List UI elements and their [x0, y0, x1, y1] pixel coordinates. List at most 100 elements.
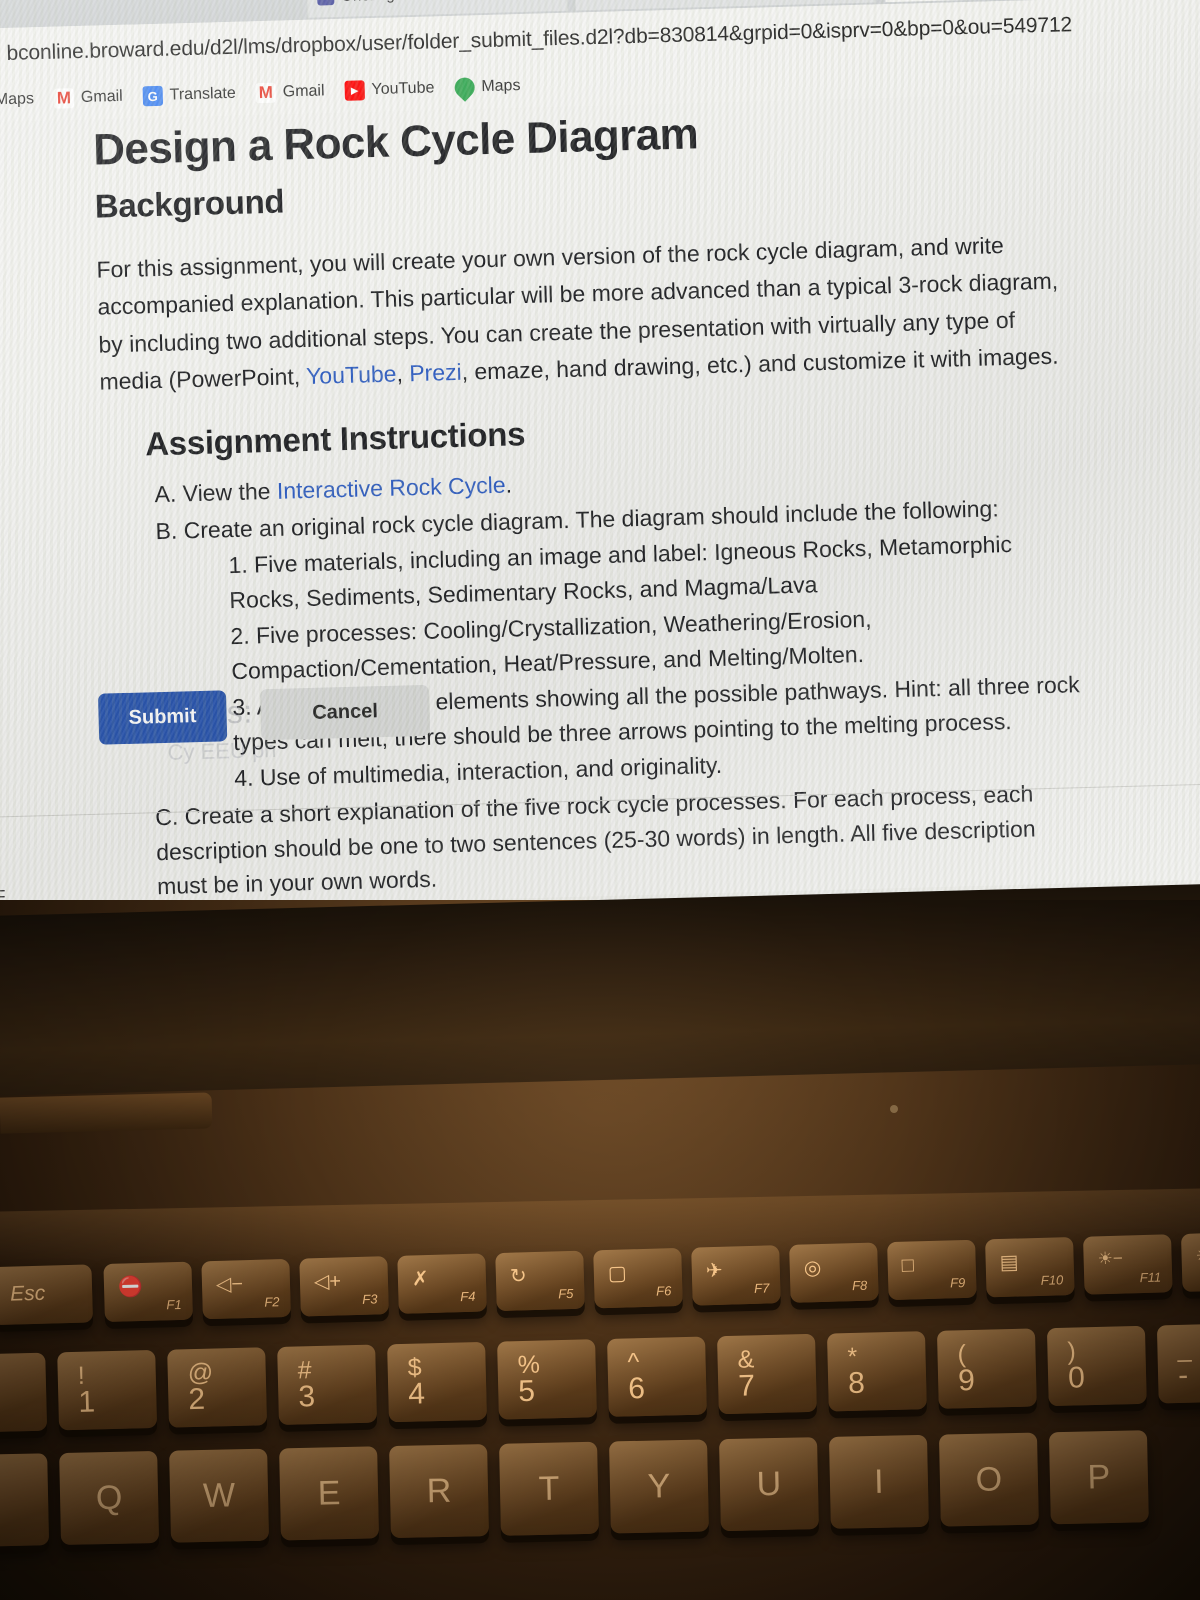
key-f6-touchpad[interactable]: ▢ F6 — [593, 1247, 683, 1309]
laptop-body: Esc ⛔ F1 ◁− F2 ◁+ F3 ✗ F4 ↻ F5 ▢ F6 ✈ F7… — [0, 883, 1200, 1600]
camera-off-icon: ◎ — [803, 1257, 822, 1280]
key-label: Esc — [9, 1281, 46, 1306]
bookmark-gmail[interactable]: M Gmail — [53, 87, 123, 109]
list-item-c: C. Create a short explanation of the fiv… — [155, 775, 1087, 905]
touchpad-toggle-icon: ▢ — [607, 1262, 628, 1285]
key-w[interactable]: W — [169, 1448, 270, 1543]
key-f10-display-switch[interactable]: ▤ F10 — [985, 1236, 1075, 1298]
laptop-keyboard: Esc ⛔ F1 ◁− F2 ◁+ F3 ✗ F4 ↻ F5 ▢ F6 ✈ F7… — [0, 1231, 1200, 1547]
key-o[interactable]: O — [938, 1432, 1039, 1527]
bookmark-label: YouTube — [371, 79, 435, 99]
key-label: 3 — [297, 1380, 316, 1414]
key-f5-refresh[interactable]: ↻ F5 — [495, 1250, 585, 1312]
youtube-icon: ▶ — [344, 80, 365, 101]
key-f2-volume-down[interactable]: ◁− F2 — [201, 1258, 291, 1320]
key-label: - — [1177, 1358, 1189, 1392]
bookmark-youtube[interactable]: ▶ YouTube — [344, 78, 435, 101]
sub-list-b: 1. Five materials, including an image an… — [228, 525, 1092, 796]
key-e[interactable]: E — [279, 1446, 380, 1541]
instructions-list: A. View the Interactive Rock Cycle. B. C… — [154, 450, 1186, 905]
volume-down-icon: ◁− — [215, 1273, 244, 1296]
key-0[interactable]: ) 0 — [1046, 1325, 1147, 1407]
key-9[interactable]: ( 9 — [936, 1328, 1037, 1409]
key-f8-camera-off[interactable]: ◎ F8 — [789, 1242, 879, 1303]
close-icon[interactable]: × — [416, 0, 425, 2]
key-6[interactable]: ^ 6 — [607, 1336, 707, 1417]
list-marker: A. — [154, 480, 177, 508]
key-label: 1 — [78, 1385, 96, 1419]
list-marker: B. — [155, 517, 178, 545]
bookmark-maps[interactable]: Maps — [0, 89, 34, 111]
list-item-b: B. Create an original rock cycle diagram… — [155, 489, 1092, 798]
key-t[interactable]: T — [499, 1441, 599, 1536]
key-y[interactable]: Y — [609, 1439, 709, 1534]
key-fn-label: F7 — [753, 1280, 770, 1296]
key-esc[interactable]: Esc — [0, 1264, 94, 1326]
key-label: 2 — [187, 1382, 206, 1417]
key-p[interactable]: P — [1048, 1430, 1149, 1525]
key-fn-label: F2 — [264, 1294, 280, 1310]
key-i[interactable]: I — [828, 1434, 929, 1529]
bookmark-label: Gmail — [282, 82, 325, 101]
key-f12-brightness-up[interactable]: ☀+ F12 — [1180, 1231, 1200, 1292]
brightness-down-icon: ☀− — [1097, 1248, 1124, 1269]
key-tab[interactable] — [0, 1453, 50, 1547]
key-label: 6 — [627, 1372, 646, 1406]
key-fn-label: F10 — [1040, 1272, 1064, 1288]
key-f9-lock-screen[interactable]: □ F9 — [887, 1239, 977, 1301]
key-f4-mic-mute[interactable]: ✗ F4 — [397, 1253, 487, 1314]
onelogin-favicon: O — [316, 0, 335, 6]
key-f3-volume-up[interactable]: ◁+ F3 — [299, 1256, 389, 1317]
key-label: 8 — [847, 1366, 866, 1401]
list-marker: 1. — [228, 551, 249, 579]
key-7[interactable]: & 7 — [717, 1333, 817, 1415]
key-q[interactable]: Q — [59, 1450, 160, 1545]
screenshot-root: O OneLogin × D2L U2 Assignment - Rock Cy… — [0, 0, 1200, 1600]
key-f11-brightness-down[interactable]: ☀− F11 — [1083, 1234, 1173, 1295]
key-f7-airplane-mode[interactable]: ✈ F7 — [691, 1245, 781, 1306]
key-u[interactable]: U — [719, 1437, 819, 1532]
cancel-button[interactable]: Cancel — [259, 684, 431, 741]
key-minus[interactable]: _ - — [1156, 1323, 1200, 1404]
key-fn-label: F1 — [166, 1296, 182, 1313]
key-fn-label: F6 — [655, 1283, 672, 1299]
refresh-icon: ↻ — [509, 1265, 527, 1288]
laptop-screen: O OneLogin × D2L U2 Assignment - Rock Cy… — [0, 0, 1200, 989]
key-4[interactable]: $ 4 — [387, 1341, 487, 1423]
key-1[interactable]: ! 1 — [57, 1349, 158, 1431]
key-8[interactable]: * 8 — [826, 1331, 927, 1412]
key-fn-label: F8 — [851, 1277, 868, 1294]
key-fn-label: F11 — [1139, 1269, 1162, 1286]
list-text: Use of multimedia, interaction, and orig… — [259, 751, 723, 791]
key-backtick[interactable]: ~ ` — [0, 1352, 48, 1434]
brightness-up-icon: ☀+ — [1195, 1245, 1200, 1266]
link-youtube[interactable]: YouTube — [306, 360, 397, 388]
background-paragraph: For this assignment, you will create you… — [96, 225, 1080, 400]
bookmark-translate[interactable]: G Translate — [142, 84, 236, 107]
key-f1-mute[interactable]: ⛔ F1 — [103, 1261, 193, 1323]
link-interactive-rock-cycle[interactable]: Interactive Rock Cycle — [277, 472, 506, 504]
key-label: 0 — [1067, 1361, 1086, 1395]
form-actions: Submit Cancel — [97, 684, 431, 745]
keyboard-number-row: ~ ` ! 1 @ 2 # 3 $ 4 — [0, 1323, 1200, 1434]
link-prezi[interactable]: Prezi — [409, 359, 462, 386]
bookmark-gmail-2[interactable]: M Gmail — [255, 81, 325, 104]
keyboard-letter-row: Q W E R T Y U I O P — [0, 1429, 1200, 1547]
key-2[interactable]: @ 2 — [167, 1347, 268, 1428]
key-fn-label: F4 — [460, 1288, 476, 1305]
list-text: View the — [182, 477, 278, 507]
bookmark-label: Maps — [0, 90, 35, 109]
key-label: 9 — [957, 1363, 976, 1398]
maps-pin-icon — [450, 73, 479, 102]
submit-button[interactable]: Submit — [97, 690, 228, 745]
assignment-page-content: Design a Rock Cycle Diagram Background F… — [0, 89, 1200, 913]
key-fn-label: F3 — [362, 1291, 378, 1307]
key-label: 5 — [517, 1374, 536, 1409]
mute-icon: ⛔ — [117, 1275, 144, 1299]
list-marker: 4. — [233, 764, 254, 791]
key-r[interactable]: R — [389, 1444, 489, 1539]
deck-indicator-dot — [890, 1105, 898, 1113]
key-3[interactable]: # 3 — [277, 1344, 378, 1425]
bookmark-maps-2[interactable]: Maps — [450, 73, 521, 102]
key-5[interactable]: % 5 — [497, 1339, 597, 1420]
